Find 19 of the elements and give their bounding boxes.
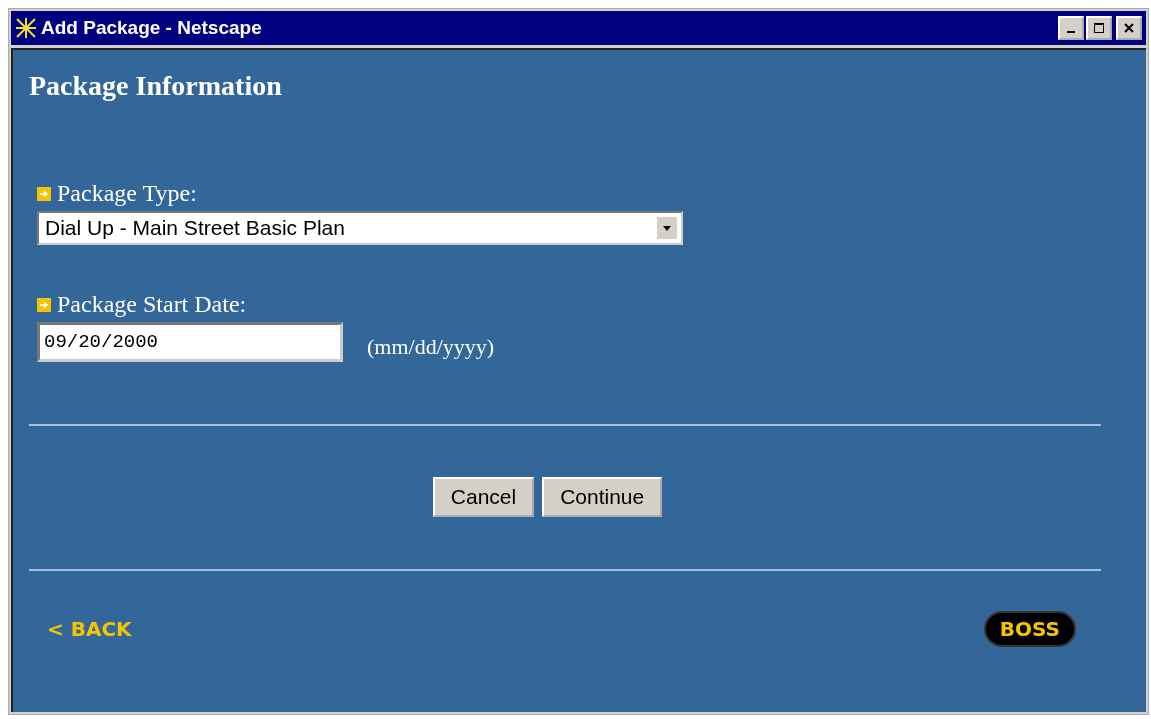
minimize-icon (1067, 31, 1075, 33)
field-label: Package Start Date: (57, 291, 247, 318)
star-icon (15, 17, 37, 39)
back-link[interactable]: < BACK (47, 617, 132, 641)
package-type-dropdown[interactable]: Dial Up - Main Street Basic Plan (37, 211, 683, 245)
minimize-button[interactable] (1058, 16, 1084, 40)
maximize-icon (1094, 23, 1104, 33)
date-input-field[interactable]: 09/20/2000 (37, 322, 343, 362)
close-button[interactable] (1116, 16, 1142, 40)
caret-icon (657, 217, 677, 239)
date-format-hint: (mm/dd/yyyy) (367, 334, 495, 360)
window-title: Add Package - Netscape (41, 17, 263, 39)
field-label: Package Type: (57, 180, 197, 207)
maximize-button[interactable] (1086, 16, 1112, 40)
cancel-button[interactable]: Cancel (432, 477, 535, 517)
logo: BOSS (983, 611, 1076, 647)
page-heading: Package Information (29, 70, 283, 102)
close-icon (1124, 23, 1134, 33)
continue-button[interactable]: Continue (542, 477, 663, 517)
